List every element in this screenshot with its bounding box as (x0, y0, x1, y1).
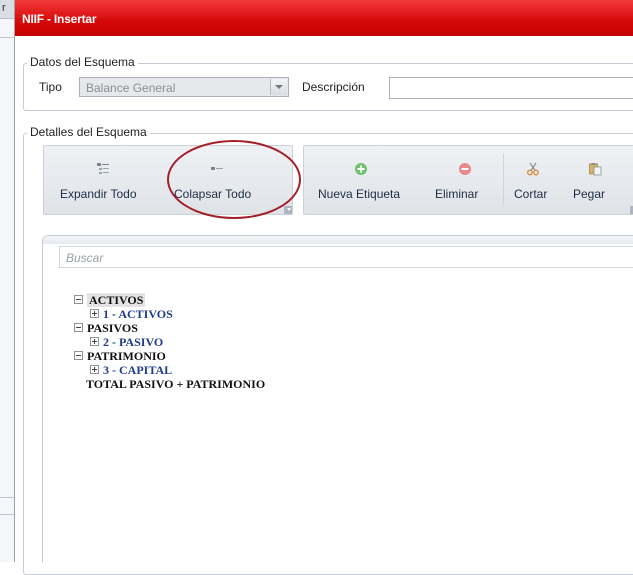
search-input[interactable]: Buscar (59, 246, 633, 268)
tree-node-label: PASIVOS (87, 321, 138, 335)
tree-node-2-pasivo[interactable]: 2 - PASIVO (74, 335, 265, 349)
add-icon (355, 163, 367, 175)
paste-button[interactable]: Pegar (566, 146, 626, 214)
toolbar-grip-icon[interactable] (284, 206, 292, 214)
tree-node-3-capital[interactable]: 3 - CAPITAL (74, 363, 265, 377)
collapse-toggle-icon[interactable] (74, 295, 83, 305)
background-app-header: r (0, 0, 14, 19)
background-app-window: r (0, 0, 15, 562)
collapse-toggle-icon[interactable] (74, 323, 83, 333)
delete-button[interactable]: Eliminar (424, 146, 500, 214)
schema-tree-panel: Buscar ACTIVOS 1 - ACTIVOS PASIVOS 2 - P… (42, 235, 633, 563)
delete-label: Eliminar (435, 187, 479, 201)
background-app-text: r (2, 2, 6, 14)
collapse-toggle-icon[interactable] (74, 351, 83, 361)
tree-node-label: ACTIVOS (87, 293, 146, 307)
collapse-all-label: Colapsar Todo (174, 187, 252, 201)
cut-button[interactable]: Cortar (504, 146, 566, 214)
tree-node-pasivos[interactable]: PASIVOS (74, 321, 265, 335)
background-divider (0, 497, 14, 498)
new-label-button[interactable]: Nueva Etiqueta (304, 146, 424, 214)
paste-label: Pegar (573, 187, 606, 201)
descripcion-label: Descripción (302, 80, 365, 94)
detalles-esquema-legend: Detalles del Esquema (27, 125, 150, 139)
dialog-titlebar[interactable]: NIIF - Insertar (15, 0, 633, 36)
background-divider (0, 37, 14, 38)
collapse-all-icon (211, 167, 223, 170)
cut-label: Cortar (514, 187, 548, 201)
background-divider (0, 514, 14, 515)
delete-icon (459, 163, 471, 175)
expand-toggle-icon[interactable] (90, 309, 99, 319)
expand-all-icon (97, 163, 109, 174)
tree-node-label: 1 - ACTIVOS (103, 307, 173, 321)
panel-header (43, 236, 633, 244)
datos-esquema-legend: Datos del Esquema (27, 55, 138, 69)
edit-toolbar: Nueva Etiqueta Eliminar Cortar Pegar (303, 145, 633, 215)
schema-tree: ACTIVOS 1 - ACTIVOS PASIVOS 2 - PASIVO P… (74, 293, 265, 391)
view-toolbar: Expandir Todo Colapsar Todo (43, 145, 293, 215)
tree-node-label: PATRIMONIO (87, 349, 166, 363)
niif-insert-dialog: NIIF - Insertar Datos del Esquema Tipo B… (14, 0, 633, 575)
expand-toggle-icon[interactable] (90, 365, 99, 375)
tree-node-1-activos[interactable]: 1 - ACTIVOS (74, 307, 265, 321)
descripcion-input[interactable] (389, 77, 633, 99)
chevron-down-icon[interactable] (270, 79, 287, 95)
dialog-title: NIIF - Insertar (22, 12, 97, 26)
search-placeholder: Buscar (66, 251, 104, 265)
collapse-all-button[interactable]: Colapsar Todo (154, 146, 282, 214)
expand-all-button[interactable]: Expandir Todo (44, 146, 154, 214)
expand-toggle-icon[interactable] (90, 337, 99, 347)
tipo-select-value: Balance General (86, 81, 176, 95)
tree-node-label: 3 - CAPITAL (103, 363, 173, 377)
cut-icon (527, 162, 539, 176)
tree-node-label: 2 - PASIVO (103, 335, 164, 349)
expand-all-label: Expandir Todo (60, 187, 137, 201)
tree-node-activos[interactable]: ACTIVOS (74, 293, 265, 307)
tipo-label: Tipo (39, 80, 62, 94)
tree-node-patrimonio[interactable]: PATRIMONIO (74, 349, 265, 363)
tipo-select[interactable]: Balance General (79, 77, 289, 97)
tree-total-row[interactable]: TOTAL PASIVO + PATRIMONIO (74, 377, 265, 391)
paste-icon (589, 163, 602, 176)
new-label-label: Nueva Etiqueta (318, 187, 401, 201)
